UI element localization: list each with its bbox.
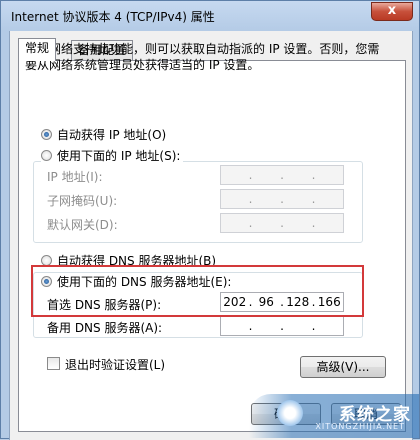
radio-auto-dns-button[interactable] (41, 255, 52, 266)
alternate-dns-input[interactable]: . . . (220, 316, 344, 336)
default-gateway-input[interactable]: . . . (220, 213, 344, 233)
octet-separator: . (311, 216, 316, 230)
tab-general[interactable]: 常规 (18, 38, 57, 61)
radio-manual-ip[interactable]: 使用下面的 IP 地址(S): (41, 147, 184, 164)
subnet-mask-label: 子网掩码(U): (47, 194, 118, 208)
radio-manual-dns-button[interactable] (41, 276, 52, 287)
ip-address-input[interactable]: . . . (220, 165, 344, 185)
dialog-window: Internet 协议版本 4 (TCP/IPv4) 属性 x 常规 备用配置 … (0, 0, 420, 440)
default-gateway-label: 默认网关(D): (47, 218, 118, 232)
preferred-dns-label: 首选 DNS 服务器(P): (47, 298, 162, 312)
octet-separator: . (311, 319, 316, 333)
radio-auto-ip-label: 自动获得 IP 地址(O) (57, 128, 167, 142)
radio-manual-dns[interactable]: 使用下面的 DNS 服务器地址(E): (41, 273, 235, 290)
octet-separator: . (248, 319, 253, 333)
watermark-subtext: XITONGZHIJIA.NET (315, 422, 405, 431)
radio-auto-dns[interactable]: 自动获得 DNS 服务器地址(B) (41, 252, 220, 269)
pdns-octet-4[interactable]: 166 (316, 295, 344, 309)
advanced-button[interactable]: 高级(V)... (300, 356, 386, 378)
pdns-octet-1[interactable]: 202 (221, 295, 249, 309)
octet-separator: . (248, 216, 253, 230)
radio-auto-ip[interactable]: 自动获得 IP 地址(O) (41, 126, 170, 143)
validate-settings-checkbox[interactable] (47, 357, 60, 370)
octet-separator: . (280, 192, 284, 206)
radio-auto-ip-button[interactable] (41, 129, 52, 140)
window-title: Internet 协议版本 4 (TCP/IPv4) 属性 (11, 10, 215, 24)
subnet-mask-input[interactable]: . . . (220, 189, 344, 209)
validate-settings-label: 退出时验证设置(L) (65, 358, 166, 372)
octet-separator: . (248, 168, 253, 182)
octet-separator: . (248, 192, 253, 206)
pdns-octet-3[interactable]: 128 (284, 295, 312, 309)
radio-auto-dns-label: 自动获得 DNS 服务器地址(B) (57, 254, 217, 268)
close-button[interactable]: x (371, 2, 413, 21)
title-bar[interactable]: Internet 协议版本 4 (TCP/IPv4) 属性 x (1, 1, 420, 31)
radio-manual-ip-label: 使用下面的 IP 地址(S): (57, 149, 181, 163)
alternate-dns-label: 备用 DNS 服务器(A): (47, 321, 163, 335)
watermark: 系统之家 XITONGZHIJIA.NET (249, 394, 419, 438)
ip-address-label: IP 地址(I): (47, 170, 103, 184)
octet-separator: . (280, 319, 284, 333)
description-text: 如果网络支持此功能，则可以获取自动指派的 IP 设置。否则，您需要从网络系统管理… (25, 42, 380, 72)
pdns-octet-2[interactable]: 96 (253, 295, 281, 309)
octet-separator: . (280, 216, 284, 230)
octet-separator: . (311, 192, 316, 206)
watermark-logo-icon (277, 400, 303, 426)
octet-separator: . (311, 168, 316, 182)
radio-manual-ip-button[interactable] (41, 150, 52, 161)
preferred-dns-input[interactable]: 202. 96. 128. 166 (220, 292, 344, 312)
radio-manual-dns-label: 使用下面的 DNS 服务器地址(E): (57, 275, 232, 289)
octet-separator: . (280, 168, 284, 182)
